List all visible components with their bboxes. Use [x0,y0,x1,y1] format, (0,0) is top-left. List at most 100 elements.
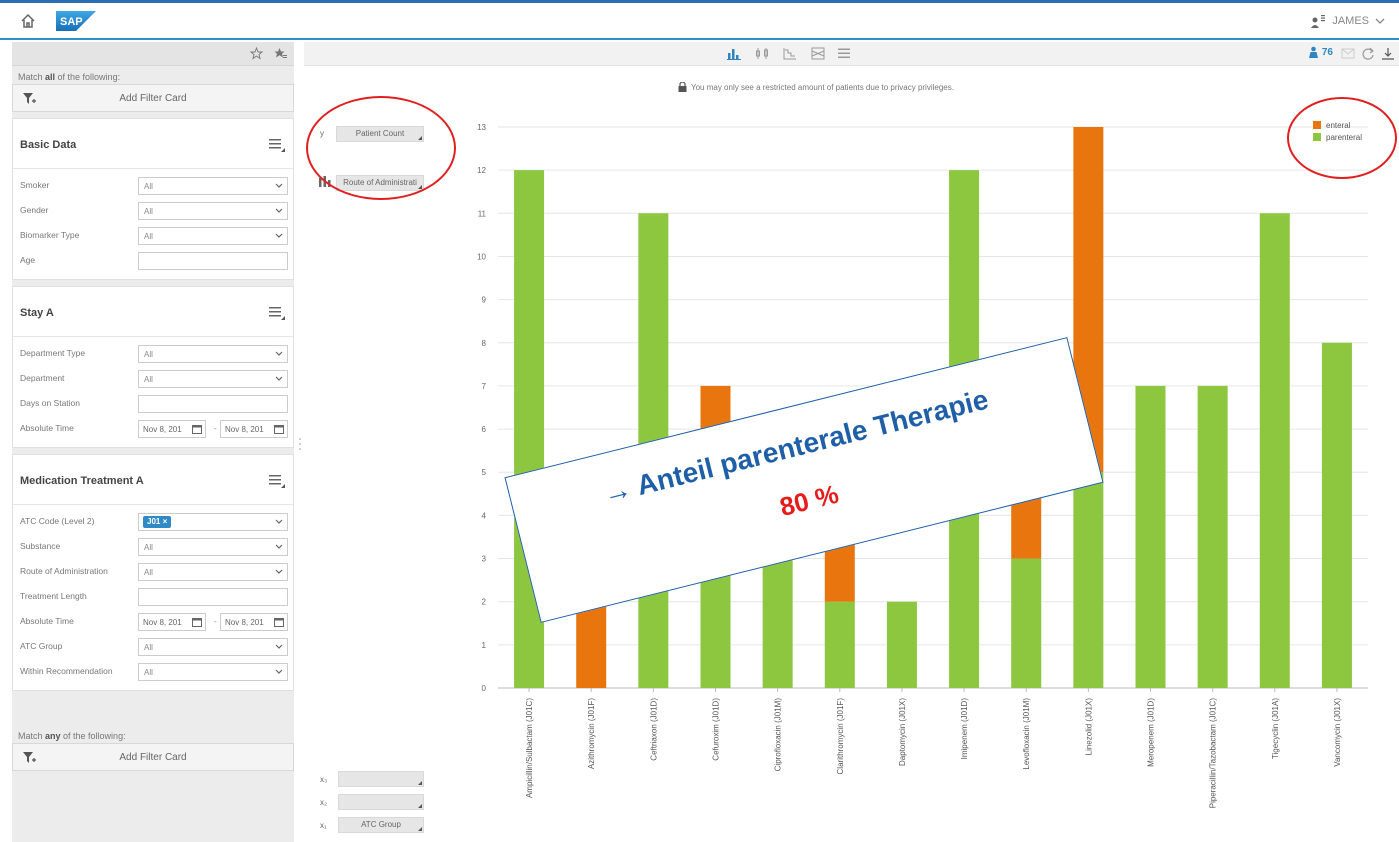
card-title: Stay A [20,307,54,319]
y-tick-label: 1 [482,641,487,650]
annotation-ellipse-legend [1287,97,1397,179]
route-select[interactable]: All [138,563,288,581]
calendar-icon[interactable] [192,424,202,434]
substance-select[interactable]: All [138,538,288,556]
star-icon[interactable] [250,47,263,60]
atc-token[interactable]: J01 × [143,516,172,528]
bar-enteral [576,601,607,688]
splitter-handle[interactable] [298,436,302,452]
add-filter-card-button[interactable]: Add Filter Card [12,84,294,112]
km-curve-icon[interactable] [783,47,797,60]
refresh-icon[interactable] [1361,47,1375,60]
mail-icon[interactable] [1341,47,1355,60]
calendar-icon[interactable] [274,617,284,627]
atc-group-label: ATC Group [20,641,63,651]
bar-parenteral [1135,385,1166,688]
chevron-down-icon [275,644,283,649]
filter-sidebar: Match all of the following: Add Filter C… [12,42,294,842]
x3-axis-label: x₃ [320,775,328,784]
y-tick-label: 10 [477,252,486,261]
date-from-field[interactable]: Nov 8, 201 [138,613,206,631]
smoker-label: Smoker [20,180,50,190]
chevron-down-icon [275,376,283,381]
star-list-icon[interactable] [274,47,288,60]
date-to-field[interactable]: Nov 8, 201 [220,420,288,438]
add-filter-card-button[interactable]: Add Filter Card [12,743,294,771]
x-tick-label: Azithromycin (J01F) [587,698,596,769]
patient-count-indicator[interactable]: 76 [1308,46,1333,58]
x-tick-label: Ceftriaxon (J01D) [649,698,658,761]
calendar-icon[interactable] [192,617,202,627]
gender-select[interactable]: All [138,202,288,220]
bar-parenteral [886,601,917,688]
department-label: Department [20,373,65,383]
sankey-icon[interactable] [811,47,825,60]
boxplot-icon[interactable] [755,47,769,60]
absolute-time-label: Absolute Time [20,616,74,626]
x3-dimension-field[interactable] [338,771,424,787]
match-all-label: Match all of the following: [18,72,121,82]
list-view-icon[interactable] [837,47,851,60]
bar-parenteral [1011,558,1042,688]
y-tick-label: 0 [482,684,487,693]
card-menu-icon[interactable] [269,138,285,152]
age-label: Age [20,255,36,265]
y-tick-label: 11 [478,209,487,218]
calendar-icon[interactable] [274,424,284,434]
home-icon[interactable] [20,13,36,29]
card-title: Medication Treatment A [20,475,144,487]
department-type-select[interactable]: All [138,345,288,363]
bar-chart-icon[interactable] [727,47,741,60]
annotation-ellipse-dimensions [306,96,456,200]
bar-parenteral [1259,213,1290,689]
user-name: JAMES [1332,15,1369,27]
x2-axis-label: x₂ [320,798,328,807]
card-menu-icon[interactable] [269,474,285,488]
bar-parenteral [1197,385,1228,688]
atc-code-select[interactable]: J01 × [138,513,288,531]
treatment-length-label: Treatment Length [20,591,87,601]
match-any-label: Match any of the following: [18,731,126,741]
within-recommendation-select[interactable]: All [138,663,288,681]
user-icon [1311,15,1326,28]
y-tick-label: 6 [482,425,487,434]
department-select[interactable]: All [138,370,288,388]
substance-label: Substance [20,541,61,551]
treatment-length-input[interactable] [138,588,288,606]
days-on-station-label: Days on Station [20,398,81,408]
stay-a-card: Stay A Department Type All Department Al… [12,286,294,448]
x-tick-label: Clarithromycin (J01F) [836,698,845,775]
user-menu[interactable]: JAMES [1310,14,1385,28]
card-menu-icon[interactable] [269,306,285,320]
lock-icon [678,82,687,92]
x1-dimension-field[interactable]: ATC Group [338,817,424,833]
chevron-down-icon [275,669,283,674]
atc-group-select[interactable]: All [138,638,288,656]
chevron-down-icon [275,569,283,574]
sidebar-toolbar [12,42,294,66]
basic-data-card: Basic Data Smoker All Gender All Biomark… [12,118,294,280]
route-label: Route of Administration [20,566,108,576]
x2-dimension-field[interactable] [338,794,424,810]
download-icon[interactable] [1381,47,1395,60]
date-to-field[interactable]: Nov 8, 201 [220,613,288,631]
bar-parenteral [1321,342,1352,688]
department-type-label: Department Type [20,348,86,358]
absolute-time-label: Absolute Time [20,423,74,433]
days-on-station-input[interactable] [138,395,288,413]
age-input[interactable] [138,252,288,270]
bar-parenteral [1073,472,1104,688]
x-tick-label: Imipenem (J01D) [960,698,969,760]
privacy-notice: You may only see a restricted amount of … [678,82,954,92]
x-tick-label: Cefuroxim (J01D) [712,698,721,761]
biomarker-label: Biomarker Type [20,230,80,240]
chevron-down-icon [275,351,283,356]
y-tick-label: 5 [482,468,487,477]
patient-count: 76 [1321,46,1333,58]
smoker-select[interactable]: All [138,177,288,195]
biomarker-select[interactable]: All [138,227,288,245]
chevron-down-icon [275,519,283,524]
atc-code-label: ATC Code (Level 2) [20,516,95,526]
date-from-field[interactable]: Nov 8, 201 [138,420,206,438]
x-tick-label: Tigecyclin (J01A) [1271,698,1280,759]
